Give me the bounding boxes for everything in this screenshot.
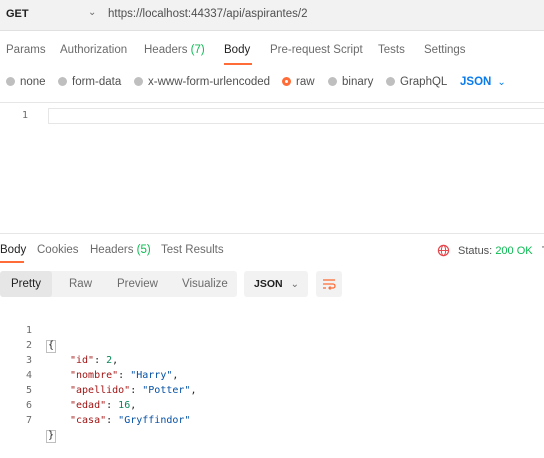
json-value: "Potter" [142,385,191,396]
tab-authorization[interactable]: Authorization [60,44,127,56]
request-tabs: Params Authorization Headers (7) Body Pr… [0,44,544,66]
line-number: 7 [25,415,32,426]
url-bar: GET ⌄ https://localhost:44337/api/aspira… [0,0,544,31]
wrap-lines-button[interactable] [316,271,342,297]
body-format-label: JSON [460,76,492,88]
radio-raw[interactable]: raw [282,76,315,88]
radio-urlencoded-label: x-www-form-urlencoded [148,76,271,88]
response-tab-headers[interactable]: Headers (5) [90,244,151,256]
globe-icon[interactable] [437,244,450,257]
close-brace: } [46,430,57,443]
code-text: "edad": 16, [70,400,137,411]
url-input[interactable]: https://localhost:44337/api/aspirantes/2 [108,8,307,20]
active-response-tab-indicator [0,261,24,263]
tab-settings[interactable]: Settings [424,44,466,56]
json-value: "Harry" [130,370,173,381]
radio-dot-icon [58,77,67,86]
code-text: "nombre": "Harry", [70,370,179,381]
request-body-editor[interactable]: 1 [0,102,544,234]
view-preview-button[interactable]: Preview [106,271,169,297]
code-text: "apellido": "Potter", [70,385,197,396]
radio-form-data-label: form-data [72,76,122,88]
response-format-select[interactable]: JSON ⌄ [244,271,308,297]
response-tab-headers-count: (5) [136,244,151,256]
json-value: 16 [118,400,131,411]
tab-headers-count: (7) [190,44,205,56]
chevron-down-icon: ⌄ [290,279,299,290]
json-comma: , [172,370,179,381]
body-format-select[interactable]: JSON ⌄ [460,76,506,88]
radio-dot-icon [386,77,395,86]
active-tab-indicator [224,63,252,65]
tab-tests[interactable]: Tests [378,44,405,56]
view-raw-button[interactable]: Raw [58,271,103,297]
code-line: 6 "casa": "Gryffindor" [0,383,190,426]
chevron-down-icon[interactable]: ⌄ [88,7,96,18]
response-tab-body[interactable]: Body [0,244,26,256]
json-comma: , [130,400,137,411]
code-text: "id": 2, [70,355,119,366]
radio-none[interactable]: none [6,76,46,88]
json-key: "id" [70,355,95,366]
chevron-down-icon: ⌄ [497,77,506,88]
response-body-code[interactable]: 1 { 2 "id": 2, 3 "nombre": "Harry", 4 "a… [0,308,544,443]
code-line: 3 "nombre": "Harry", [0,338,178,381]
line-number: 1 [22,110,29,121]
response-tab-cookies[interactable]: Cookies [37,244,79,256]
response-toolbar: Pretty Raw Preview Visualize JSON ⌄ [0,271,544,297]
json-key: "apellido" [70,385,131,396]
radio-x-www-form-urlencoded[interactable]: x-www-form-urlencoded [134,76,270,88]
json-comma: , [112,355,119,366]
method-select[interactable]: GET [6,8,29,20]
radio-none-label: none [20,76,46,88]
radio-dot-icon [134,77,143,86]
radio-dot-icon [6,77,15,86]
tab-headers-label: Headers [144,44,188,56]
tab-body[interactable]: Body [224,44,250,56]
response-tab-headers-label: Headers [90,244,134,256]
radio-selected-icon [282,77,291,86]
code-line: 5 "edad": 16, [0,368,136,411]
open-brace: { [46,340,57,353]
code-line: 1 { [0,308,57,353]
radio-dot-icon [328,77,337,86]
tab-params[interactable]: Params [6,44,46,56]
status-value: 200 OK [495,245,533,257]
radio-form-data[interactable]: form-data [58,76,121,88]
response-format-label: JSON [254,278,283,290]
tab-headers[interactable]: Headers (7) [144,44,205,56]
json-key: "edad" [70,400,107,411]
radio-graphql-label: GraphQL [400,76,448,88]
code-text: "casa": "Gryffindor" [70,415,191,426]
radio-binary[interactable]: binary [328,76,373,88]
response-status: Status: 200 OK T [458,245,544,257]
wrap-lines-icon [323,279,336,290]
code-line: 4 "apellido": "Potter", [0,353,197,396]
tab-pre-request-script[interactable]: Pre-request Script [270,44,363,56]
active-line-highlight [48,108,544,124]
code-line: 7 } [0,398,57,443]
code-line: 2 "id": 2, [0,323,118,366]
json-key: "nombre" [70,370,119,381]
code-text: } [46,428,57,443]
view-mode-segment: Pretty Raw Preview Visualize [0,271,237,297]
code-text: { [46,338,57,353]
json-value: "Gryffindor" [118,415,191,426]
radio-raw-label: raw [296,76,315,88]
view-pretty-button[interactable]: Pretty [0,271,53,297]
view-visualize-button[interactable]: Visualize [171,271,239,297]
response-tab-test-results[interactable]: Test Results [161,244,224,256]
radio-graphql[interactable]: GraphQL [386,76,447,88]
status-label: Status: [458,245,493,257]
json-comma: , [190,385,197,396]
json-key: "casa" [70,415,107,426]
radio-binary-label: binary [342,76,374,88]
